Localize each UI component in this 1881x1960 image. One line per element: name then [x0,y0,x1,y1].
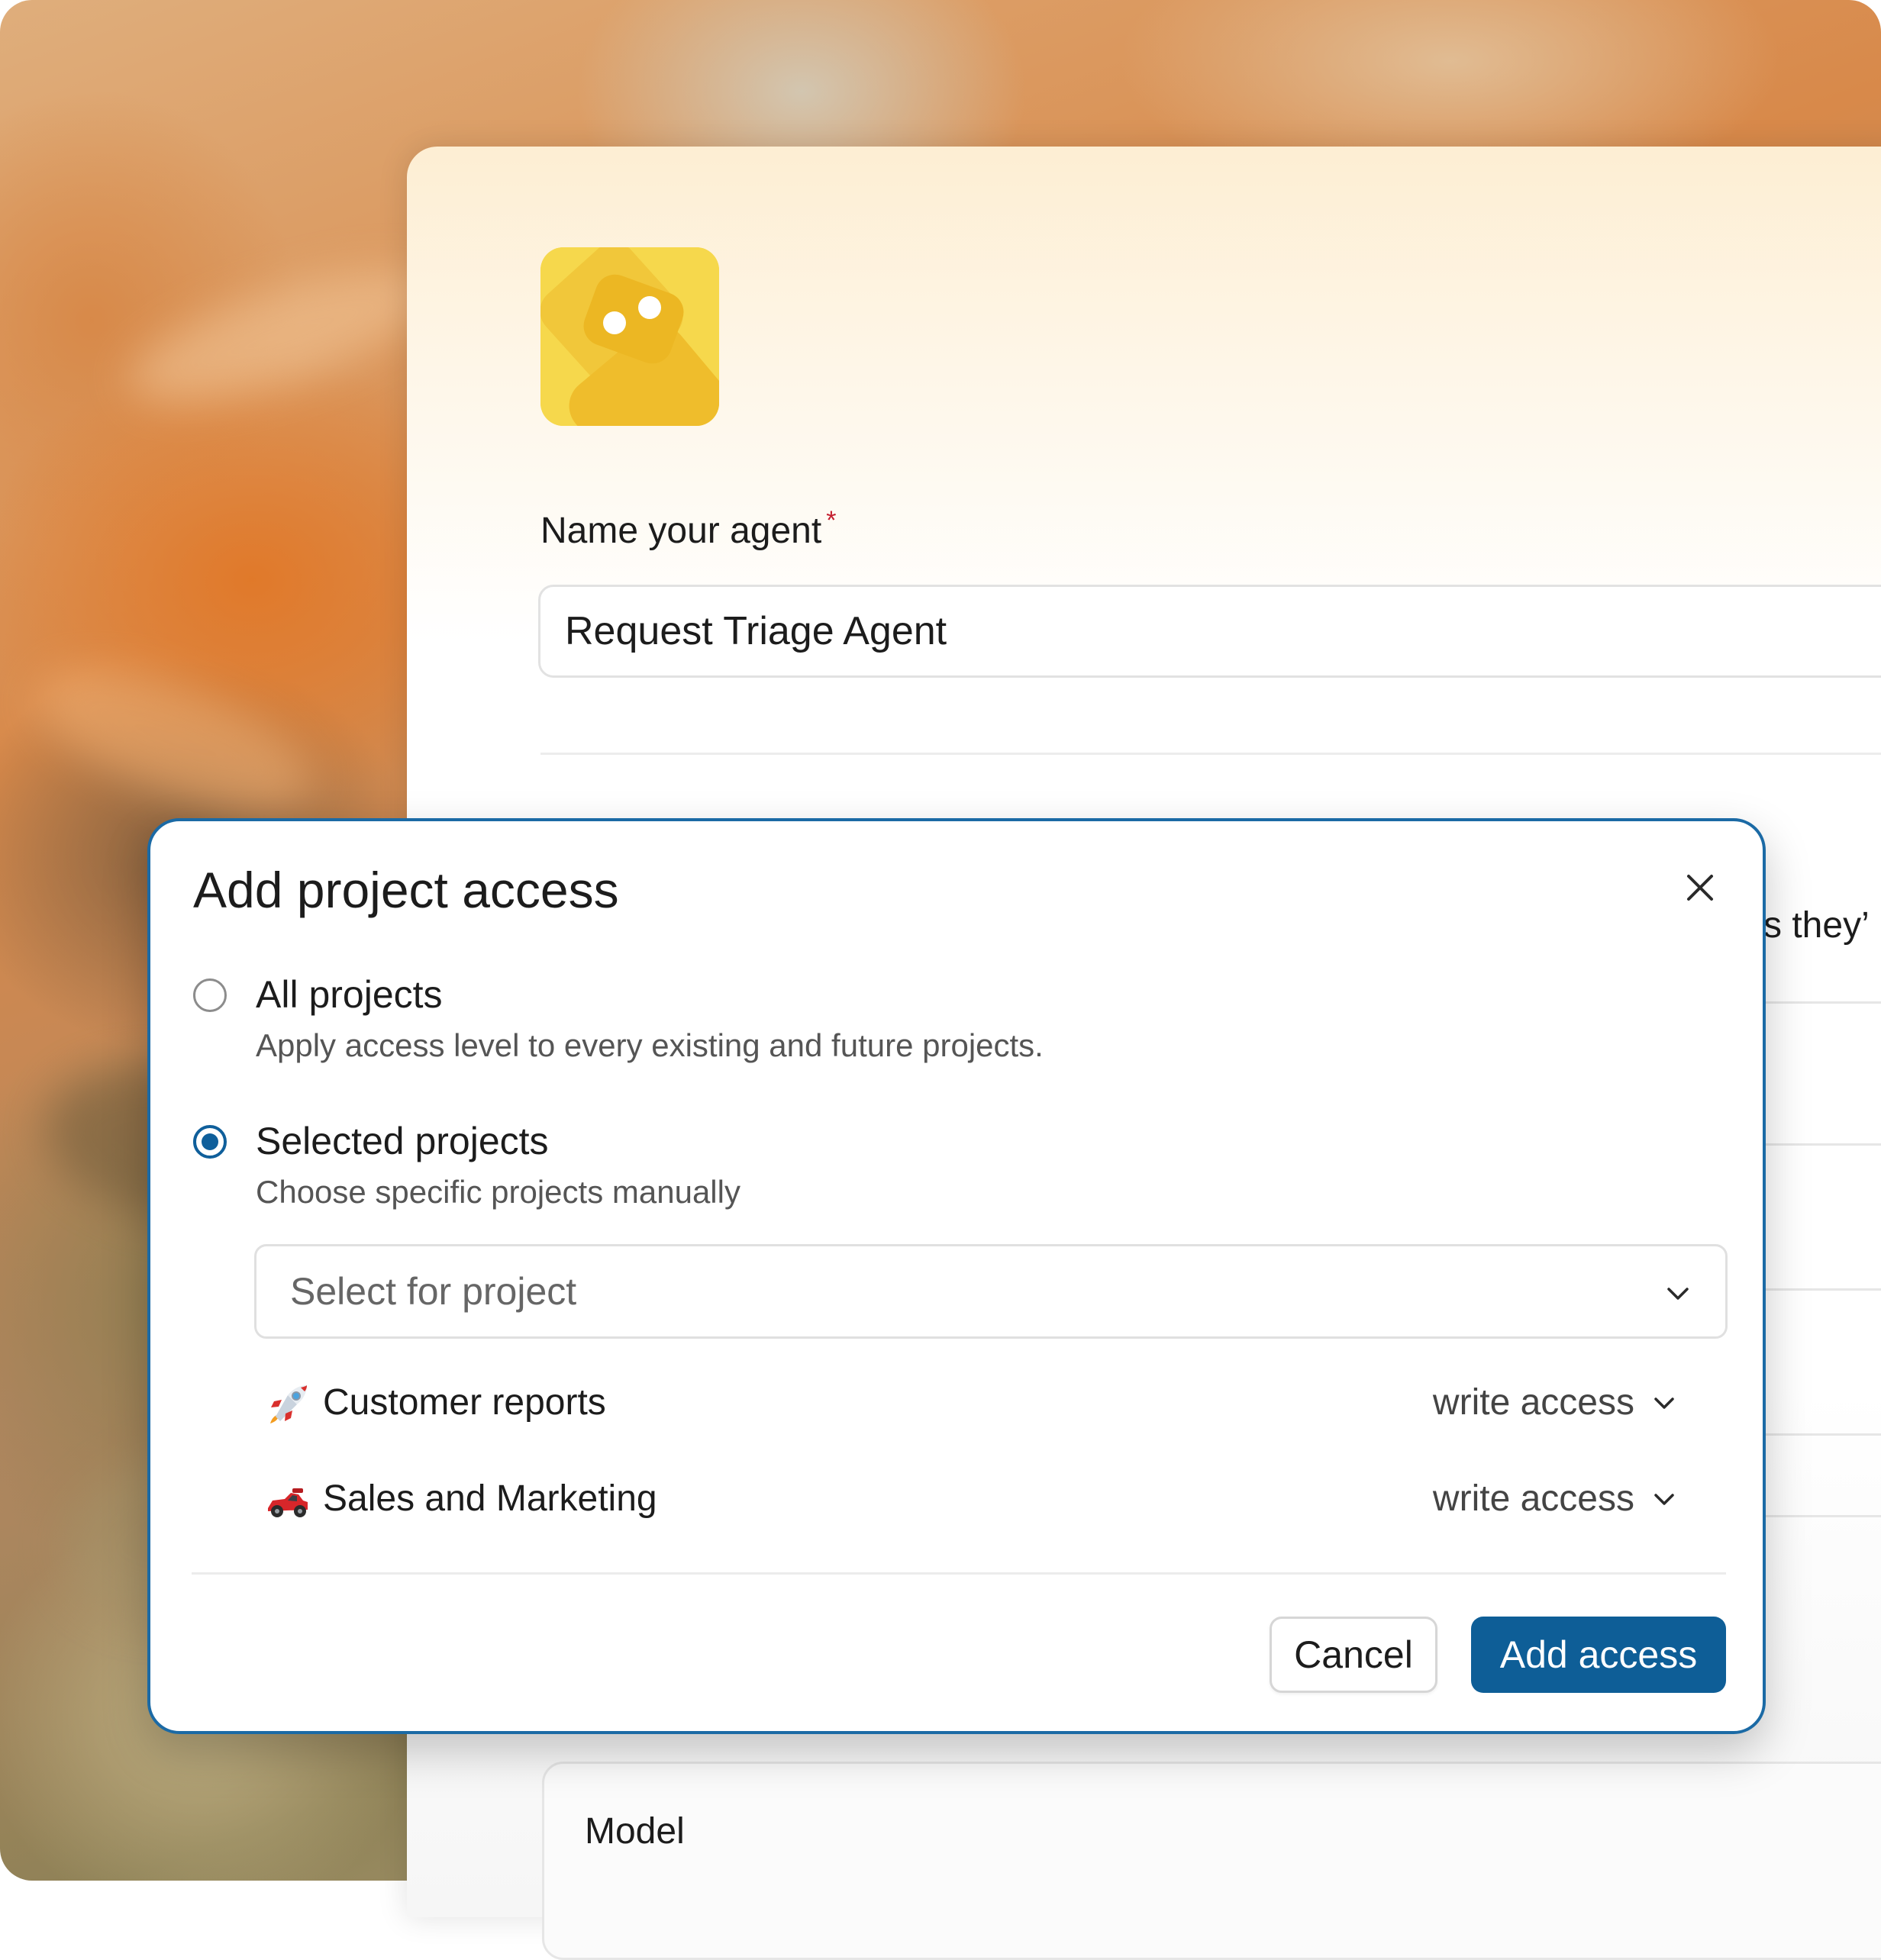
agent-name-label: Name your agent * [540,506,836,552]
chevron-down-icon [1667,1288,1689,1300]
add-project-access-dialog: Add project access All projects Apply ac… [147,818,1766,1734]
panel-row-divider [1756,1515,1881,1517]
selected-projects-radio[interactable] [193,1125,227,1159]
close-button[interactable] [1676,863,1725,912]
agent-name-label-text: Name your agent [540,511,822,551]
all-projects-label: All projects [256,973,443,1016]
selected-projects-description: Choose specific projects manually [256,1174,740,1210]
obscured-panel-text: s they’ [1763,905,1870,946]
agent-name-value: Request Triage Agent [565,609,947,653]
all-projects-radio[interactable] [193,978,227,1012]
panel-row-divider [1756,1288,1881,1291]
model-section-label: Model [585,1811,685,1852]
access-level-value: write access [1432,1478,1634,1519]
panel-row-divider [1756,1433,1881,1436]
chevron-down-icon [1654,1493,1674,1505]
agent-avatar[interactable] [540,247,719,426]
selected-projects-label: Selected projects [256,1120,549,1162]
add-access-button[interactable]: Add access [1471,1617,1726,1693]
cancel-button[interactable]: Cancel [1270,1617,1437,1693]
rocket-icon [270,1385,307,1423]
required-indicator: * [826,506,837,535]
panel-row-divider [1756,1001,1881,1004]
access-level-select[interactable]: write access [1433,1381,1677,1423]
project-name: Sales and Marketing [323,1478,657,1519]
model-section-card[interactable] [542,1762,1881,1960]
all-projects-description: Apply access level to every existing and… [256,1027,1044,1063]
panel-row-divider [1756,1143,1881,1146]
project-row: Customer reports write access [265,1378,1715,1432]
race-car-icon [268,1488,308,1517]
dialog-title: Add project access [193,862,619,918]
chevron-down-icon [1654,1397,1674,1409]
access-level-select[interactable]: write access [1433,1478,1677,1520]
project-name: Customer reports [323,1382,606,1423]
agent-name-input[interactable]: Request Triage Agent [538,585,1881,678]
panel-divider [540,753,1881,755]
access-level-value: write access [1432,1382,1634,1423]
agent-avatar-icon [540,247,719,426]
project-select-placeholder: Select for project [290,1270,577,1313]
project-row: Sales and Marketing write access [265,1475,1715,1528]
dialog-footer-divider [192,1572,1726,1575]
project-select-dropdown[interactable]: Select for project [254,1244,1728,1339]
close-icon [1687,875,1713,901]
